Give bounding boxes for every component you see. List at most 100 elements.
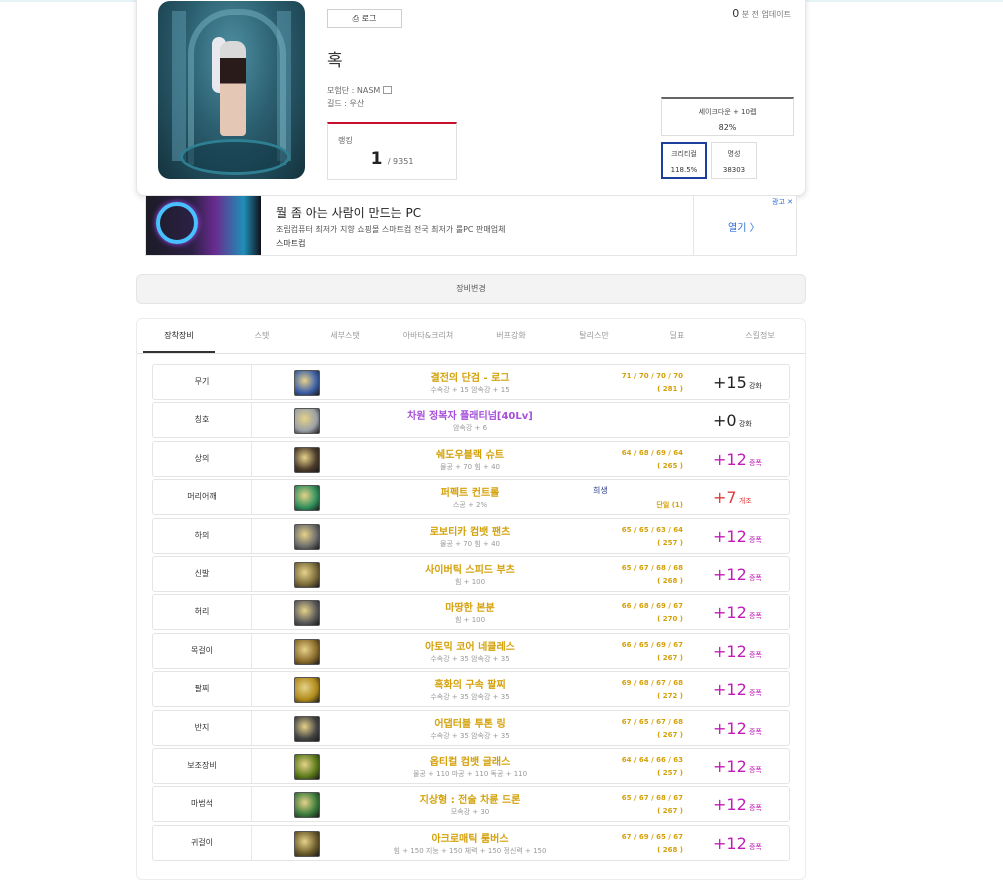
equipment-row[interactable]: 팔찌 흑화의 구속 팔찌 수속강 + 35 암속강 + 35 69 / 68 / 67… xyxy=(152,671,790,708)
adventure-line[interactable]: 모험단 : NASM xyxy=(327,85,393,96)
enhancement-type: 증폭 xyxy=(746,612,762,621)
enhancement-type: 증폭 xyxy=(746,650,762,659)
item-name[interactable]: 어댑터블 투톤 링 xyxy=(353,715,587,730)
growth-levels: 65 / 67 / 68 / 67 xyxy=(621,794,683,803)
equipment-row[interactable]: 마법석 지상형 : 전술 차륜 드론 모속강 + 30 65 / 67 / 68 / … xyxy=(152,786,790,823)
fame-label: 명성 xyxy=(727,150,741,158)
item-name[interactable]: 차원 정복자 플래티넘[40Lv] xyxy=(353,407,587,422)
ad-fan-ring xyxy=(156,202,198,244)
ad-close-icon[interactable]: 광고 ✕ xyxy=(772,197,793,207)
enhancement-value: +12 xyxy=(713,795,747,815)
log-button[interactable]: ⎙ 로그 xyxy=(327,9,402,28)
slot-label: 반지 xyxy=(153,710,252,745)
belt-icon[interactable] xyxy=(294,600,320,627)
shoulder-icon[interactable] xyxy=(294,485,320,512)
title-icon[interactable] xyxy=(294,408,320,435)
equipment-row[interactable]: 무기 결전의 단검 - 로그 수속강 + 15 암속강 + 15 71 / 70 / … xyxy=(152,364,790,400)
tab-7[interactable]: 딜표 xyxy=(641,319,713,353)
buff-title: 세이크다운 + 10렙 xyxy=(698,108,757,116)
slot-label: 팔찌 xyxy=(153,672,252,707)
magic-circle xyxy=(180,139,290,175)
enhancement-type: 증폭 xyxy=(746,574,762,582)
pillar-left xyxy=(172,11,186,161)
critical-value: 118.5% xyxy=(670,166,698,174)
growth-total: ( 272 ) xyxy=(657,692,683,701)
boots-icon[interactable] xyxy=(294,562,320,588)
equipment-row[interactable]: 신발 사이버틱 스피드 부츠 힘 + 100 65 / 67 / 68 / 68 ( 2… xyxy=(152,556,790,592)
external-link-icon[interactable] xyxy=(383,86,393,94)
equipment-row[interactable]: 귀걸이 아크로매틱 룸버스 힘 + 150 지능 + 150 체력 + 150 정신… xyxy=(152,824,790,861)
pants-icon[interactable] xyxy=(294,523,320,550)
enhancement-type: 증폭 xyxy=(746,535,762,544)
enhancement-value: +12 xyxy=(713,718,747,738)
enhancement-level: +12 증폭 xyxy=(713,527,762,546)
enhancement-value: +12 xyxy=(713,603,747,623)
slot-label: 무기 xyxy=(153,365,252,399)
ring-icon[interactable] xyxy=(294,715,320,742)
ad-image[interactable] xyxy=(146,196,261,255)
item-name[interactable]: 결전의 단검 - 로그 xyxy=(353,369,587,384)
top-armor-icon[interactable] xyxy=(294,446,320,473)
item-options: 힘 + 150 지능 + 150 체력 + 150 정신력 + 150 xyxy=(393,846,547,855)
item-name[interactable]: 쉐도우블랙 슈트 xyxy=(353,446,587,461)
tab-3[interactable]: 세부스탯 xyxy=(309,319,381,353)
enhancement-type: 증폭 xyxy=(746,804,762,813)
bracelet-icon[interactable] xyxy=(294,677,320,704)
item-name[interactable]: 마땅한 본분 xyxy=(353,599,587,614)
growth-levels: 67 / 65 / 67 / 68 xyxy=(621,717,683,726)
tab-2[interactable]: 스탯 xyxy=(226,319,298,353)
slot-label: 신발 xyxy=(153,557,252,591)
glasses-icon[interactable] xyxy=(294,754,320,780)
tab-5[interactable]: 버프강화 xyxy=(475,319,547,353)
item-name[interactable]: 옵티컬 컴뱃 글래스 xyxy=(353,753,587,768)
ad-open-button[interactable]: 열기 〉 xyxy=(728,219,760,234)
slot-label: 허리 xyxy=(153,595,252,630)
update-count: 0 xyxy=(732,7,740,20)
enhancement-level: +12 증폭 xyxy=(713,565,762,584)
equipment-row[interactable]: 칭호 차원 정복자 플래티넘[40Lv] 암속강 + 6 +0 강화 xyxy=(152,402,790,439)
enhancement-type: 강화 xyxy=(746,382,762,390)
equipment-row[interactable]: 반지 어댑터블 투톤 링 수속강 + 35 암속강 + 35 67 / 65 / 67… xyxy=(152,709,790,746)
item-name[interactable]: 아토믹 코어 네클레스 xyxy=(353,638,587,653)
item-name[interactable]: 퍼펙트 컨트롤 xyxy=(353,484,587,499)
ad-headline[interactable]: 뭘 좀 아는 사람이 만드는 PC xyxy=(276,204,421,221)
equipment-row[interactable]: 목걸이 아토믹 코어 네클레스 수속강 + 35 암속강 + 35 66 / 65 /… xyxy=(152,632,790,669)
character-card: ⎙ 로그 0 분 전 업데이트 혹 모험단 : NASM 길드 : 우산 랭킹 … xyxy=(136,0,806,196)
fame-box[interactable]: 명성 38303 xyxy=(711,142,757,179)
equipment-row[interactable]: 상의 쉐도우블랙 슈트 물공 + 70 힘 + 40 64 / 68 / 69 / 6… xyxy=(152,440,790,477)
tab-4[interactable]: 아바타&크리쳐 xyxy=(392,319,464,353)
ad-divider xyxy=(693,196,694,255)
necklace-icon[interactable] xyxy=(294,638,320,665)
item-options: 수속강 + 35 암속강 + 35 xyxy=(430,731,510,740)
slot-label: 칭호 xyxy=(153,403,252,438)
equip-change-button[interactable]: 장비변경 xyxy=(136,274,806,304)
dagger-icon[interactable] xyxy=(294,370,320,396)
item-name[interactable]: 지상형 : 전술 차륜 드론 xyxy=(353,791,587,806)
equipment-row[interactable]: 허리 마땅한 본분 힘 + 100 66 / 68 / 69 / 67 ( 270 ) +… xyxy=(152,594,790,631)
item-name[interactable]: 흑화의 구속 팔찌 xyxy=(353,676,587,691)
character-figure xyxy=(220,41,246,136)
equipment-row[interactable]: 하의 로보티카 컴뱃 팬츠 물공 + 70 힘 + 40 65 / 65 / 63 /… xyxy=(152,517,790,554)
enhancement-level: +12 증폭 xyxy=(713,642,762,661)
character-portrait xyxy=(158,1,305,179)
rank-label: 랭킹 xyxy=(338,136,353,145)
slot-label: 상의 xyxy=(153,441,252,476)
equipment-row[interactable]: 머리어깨 퍼펙트 컨트롤 스공 + 2% 희생 단일 (1) +7 개조 xyxy=(152,479,790,516)
enhancement-type: 증폭 xyxy=(746,727,762,736)
item-name[interactable]: 로보티카 컴뱃 팬츠 xyxy=(353,523,587,538)
item-name[interactable]: 아크로매틱 룸버스 xyxy=(353,830,587,845)
earring-icon[interactable] xyxy=(294,830,320,857)
critical-box[interactable]: 크리티컬 118.5% xyxy=(661,142,707,179)
ad-banner[interactable]: 뭘 좀 아는 사람이 만드는 PC 조립컴퓨터 최저가 지향 쇼핑몰 스마트컴 … xyxy=(145,195,797,256)
equipment-row[interactable]: 보조장비 옵티컬 컴뱃 글래스 물공 + 110 마공 + 110 독공 + 110… xyxy=(152,748,790,784)
enhancement-level: +0 강화 xyxy=(713,411,752,430)
enhancement-level: +12 증폭 xyxy=(713,719,762,738)
tab-1[interactable]: 장착장비 xyxy=(143,319,215,353)
item-name[interactable]: 사이버틱 스피드 부츠 xyxy=(353,561,587,576)
tab-8[interactable]: 스킬정보 xyxy=(724,319,796,353)
tab-6[interactable]: 탈리스만 xyxy=(558,319,630,353)
drone-icon[interactable] xyxy=(294,792,320,819)
enhancement-level: +15 강화 xyxy=(713,373,762,392)
guild-line: 길드 : 우산 xyxy=(327,99,365,108)
growth-levels: 65 / 65 / 63 / 64 xyxy=(621,525,683,534)
